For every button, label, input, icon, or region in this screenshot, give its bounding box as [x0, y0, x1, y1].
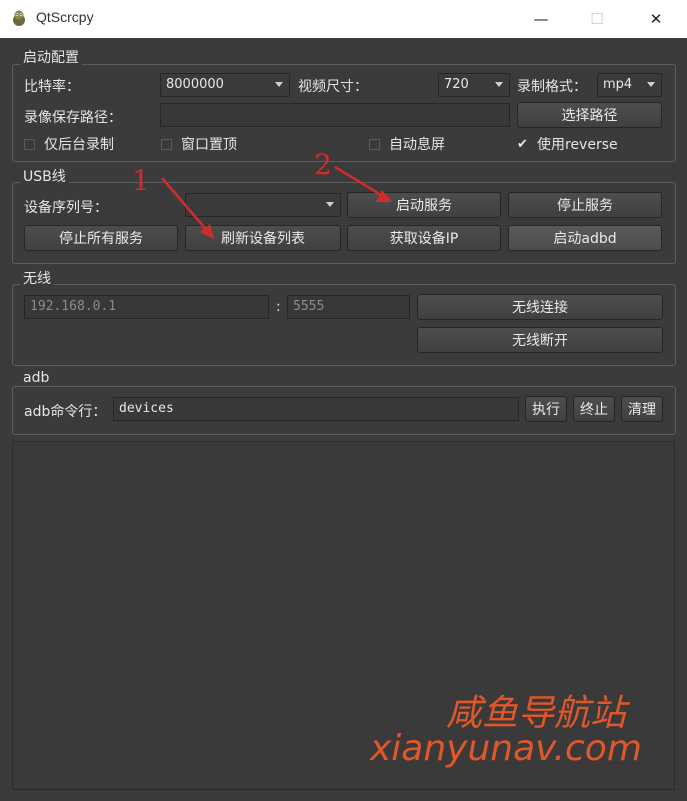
use-reverse-label: 使用reverse — [537, 137, 618, 153]
checkbox-box — [24, 138, 35, 150]
chevron-down-icon — [647, 82, 655, 87]
terminate-button[interactable]: 终止 — [573, 396, 615, 422]
record-format-combo[interactable]: mp4 — [597, 73, 662, 97]
close-screen-label: 自动息屏 — [389, 137, 445, 153]
adb-command-input[interactable]: devices — [113, 397, 519, 421]
record-path-label: 录像保存路径： — [24, 110, 122, 126]
stop-service-button[interactable]: 停止服务 — [508, 192, 662, 218]
video-size-value: 720 — [444, 77, 469, 92]
minimize-button[interactable]: — — [518, 0, 564, 38]
adb-group-title: adb — [20, 370, 53, 386]
video-size-label: 视频尺寸： — [298, 79, 368, 95]
chevron-down-icon — [495, 82, 503, 87]
adb-command-label: adb命令行： — [24, 404, 107, 420]
record-format-value: mp4 — [603, 77, 633, 92]
checkmark-icon: ✔ — [517, 136, 528, 152]
checkbox-box — [161, 138, 172, 150]
bitrate-combo[interactable]: 8000000 — [160, 73, 290, 97]
bitrate-label: 比特率： — [24, 79, 80, 95]
wireless-connect-button[interactable]: 无线连接 — [417, 294, 663, 320]
maximize-button: ☐ — [574, 0, 620, 38]
close-screen-checkbox[interactable]: 自动息屏 — [369, 134, 445, 154]
get-device-ip-button[interactable]: 获取设备IP — [347, 225, 501, 251]
close-icon: ✕ — [649, 10, 663, 28]
chevron-down-icon — [326, 202, 334, 207]
window-title: QtScrcpy — [36, 9, 94, 25]
video-size-combo[interactable]: 720 — [438, 73, 510, 97]
bitrate-value: 8000000 — [166, 77, 224, 92]
background-record-label: 仅后台录制 — [44, 137, 114, 153]
start-service-button[interactable]: 启动服务 — [347, 192, 501, 218]
chevron-down-icon — [275, 82, 283, 87]
always-top-label: 窗口置顶 — [181, 137, 237, 153]
annotation-number-1: 1 — [132, 164, 150, 197]
port-separator: : — [276, 299, 281, 315]
title-bar: QtScrcpy — ☐ ✕ — [0, 0, 687, 38]
annotation-number-2: 2 — [314, 148, 332, 181]
close-button[interactable]: ✕ — [633, 0, 679, 38]
use-reverse-checkbox[interactable]: ✔ 使用reverse — [517, 134, 618, 154]
maximize-icon: ☐ — [590, 10, 604, 28]
serial-label: 设备序列号： — [24, 200, 108, 216]
start-adbd-button[interactable]: 启动adbd — [508, 225, 662, 251]
app-icon — [13, 10, 25, 26]
usb-group-title: USB线 — [20, 166, 69, 186]
checkbox-box — [369, 138, 380, 150]
device-ip-input[interactable]: 192.168.0.1 — [24, 295, 269, 319]
clear-button[interactable]: 清理 — [621, 396, 663, 422]
refresh-devices-button[interactable]: 刷新设备列表 — [185, 225, 341, 251]
select-path-button[interactable]: 选择路径 — [517, 102, 662, 128]
device-port-input[interactable]: 5555 — [287, 295, 410, 319]
wireless-group-title: 无线 — [20, 268, 54, 288]
record-path-input[interactable] — [160, 103, 510, 127]
execute-button[interactable]: 执行 — [525, 396, 567, 422]
record-format-label: 录制格式： — [517, 79, 587, 95]
serial-combo[interactable] — [185, 193, 341, 217]
wireless-disconnect-button[interactable]: 无线断开 — [417, 327, 663, 353]
config-group-title: 启动配置 — [20, 47, 82, 67]
background-record-checkbox[interactable]: 仅后台录制 — [24, 134, 114, 154]
watermark-url: xianyunav.com — [370, 728, 642, 769]
always-top-checkbox[interactable]: 窗口置顶 — [161, 134, 237, 154]
stop-all-services-button[interactable]: 停止所有服务 — [24, 225, 178, 251]
minimize-icon: — — [533, 10, 549, 28]
